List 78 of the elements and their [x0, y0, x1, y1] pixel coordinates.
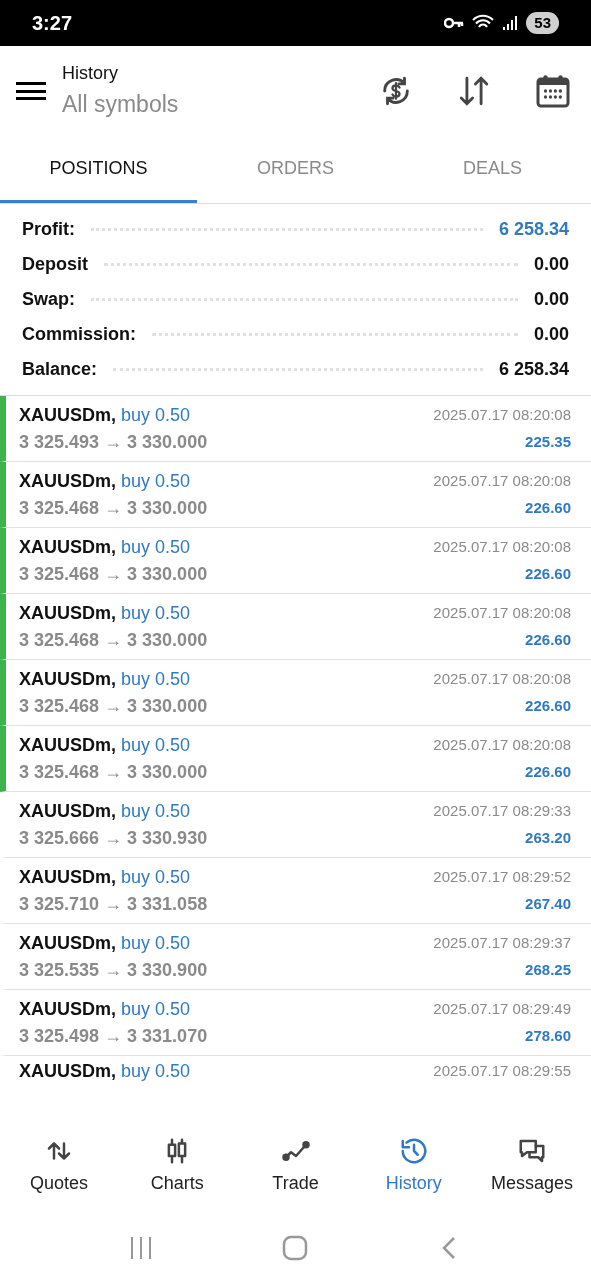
position-prices: 3 325.468 → 3 330.000 — [19, 760, 208, 784]
position-prices: 3 325.710 → 3 331.058 — [19, 892, 208, 916]
nav-tab[interactable]: Messages — [472, 1135, 591, 1197]
tab[interactable]: POSITIONS — [0, 136, 197, 203]
position-prices: 3 325.468 → 3 330.000 — [19, 562, 208, 586]
summary-value: 0.00 — [533, 323, 569, 346]
position-title: XAUUSDm, buy 0.50 — [19, 535, 191, 559]
position-time: 2025.07.17 08:20:08 — [433, 404, 571, 425]
sort-icon[interactable] — [457, 74, 491, 108]
position-title: XAUUSDm, buy 0.50 — [19, 403, 191, 427]
summary-value: 0.00 — [533, 288, 569, 311]
summary-value: 6 258.34 — [498, 218, 569, 241]
position-time: 2025.07.17 08:29:52 — [433, 866, 571, 887]
position-row[interactable]: XAUUSDm, buy 0.50 2025.07.17 08:20:08 3 325.468 → 3 330.000 226.60 — [0, 462, 591, 528]
nav-tab[interactable]: Trade — [236, 1135, 355, 1197]
position-profit: 226.60 — [525, 497, 571, 518]
position-row[interactable]: XAUUSDm, buy 0.50 2025.07.17 08:29:33 3 325.666 → 3 330.930 263.20 — [0, 792, 591, 858]
position-title: XAUUSDm, buy 0.50 — [19, 997, 191, 1021]
position-time: 2025.07.17 08:20:08 — [433, 536, 571, 557]
position-prices: 3 325.498 → 3 331.070 — [19, 1024, 208, 1048]
position-row[interactable]: XAUUSDm, buy 0.50 2025.07.17 08:20:08 3 325.468 → 3 330.000 226.60 — [0, 726, 591, 792]
key-icon — [444, 17, 465, 29]
position-row[interactable]: XAUUSDm, buy 0.50 2025.07.17 08:20:08 3 325.468 → 3 330.000 226.60 — [0, 594, 591, 660]
position-profit: 268.25 — [525, 959, 571, 980]
position-profit: 226.60 — [525, 695, 571, 716]
summary-label: Swap: — [22, 288, 75, 311]
position-prices: 3 325.468 → 3 330.000 — [19, 628, 208, 652]
position-profit: 226.60 — [525, 761, 571, 782]
position-title: XAUUSDm, buy 0.50 — [19, 469, 191, 493]
position-row[interactable]: XAUUSDm, buy 0.50 2025.07.17 08:20:08 3 325.468 → 3 330.000 226.60 — [0, 660, 591, 726]
position-row[interactable]: XAUUSDm, buy 0.50 2025.07.17 08:29:55 — [0, 1056, 591, 1086]
header-title: History — [62, 62, 119, 86]
summary-label: Profit: — [22, 218, 75, 241]
battery-level: 53 — [526, 12, 559, 34]
position-title: XAUUSDm, buy 0.50 — [19, 733, 191, 757]
position-title: XAUUSDm, buy 0.50 — [19, 667, 191, 691]
status-time: 3:27 — [32, 11, 73, 36]
position-profit: 263.20 — [525, 827, 571, 848]
position-profit: 278.60 — [525, 1025, 571, 1046]
menu-icon[interactable] — [16, 79, 46, 103]
position-time: 2025.07.17 08:29:33 — [433, 800, 571, 821]
summary-label: Deposit — [22, 253, 88, 276]
position-prices: 3 325.493 → 3 330.000 — [19, 430, 208, 454]
position-profit: 267.40 — [525, 893, 571, 914]
nav-tab[interactable]: Quotes — [0, 1135, 119, 1197]
position-time: 2025.07.17 08:20:08 — [433, 668, 571, 689]
position-time: 2025.07.17 08:29:37 — [433, 932, 571, 953]
summary-label: Balance: — [22, 358, 98, 381]
position-row[interactable]: XAUUSDm, buy 0.50 2025.07.17 08:29:52 3 325.710 → 3 331.058 267.40 — [0, 858, 591, 924]
position-profit: 225.35 — [525, 431, 571, 452]
position-row[interactable]: XAUUSDm, buy 0.50 2025.07.17 08:20:08 3 325.468 → 3 330.000 226.60 — [0, 528, 591, 594]
position-title: XAUUSDm, buy 0.50 — [19, 799, 191, 823]
position-title: XAUUSDm, buy 0.50 — [19, 931, 191, 955]
summary-value: 0.00 — [533, 253, 569, 276]
position-time: 2025.07.17 08:20:08 — [433, 734, 571, 755]
position-title: XAUUSDm, buy 0.50 — [19, 1059, 191, 1083]
home-icon[interactable] — [282, 1235, 309, 1261]
position-prices: 3 325.468 → 3 330.000 — [19, 496, 208, 520]
position-prices: 3 325.666 → 3 330.930 — [19, 826, 208, 850]
summary-value: 6 258.34 — [498, 358, 569, 381]
position-prices: 3 325.535 → 3 330.900 — [19, 958, 208, 982]
position-profit: 226.60 — [525, 563, 571, 584]
position-row[interactable]: XAUUSDm, buy 0.50 2025.07.17 08:29:37 3 325.535 → 3 330.900 268.25 — [0, 924, 591, 990]
nav-tab[interactable]: Charts — [118, 1135, 237, 1197]
summary-label: Commission: — [22, 323, 136, 346]
position-time: 2025.07.17 08:29:49 — [433, 998, 571, 1019]
nav-tab[interactable]: History — [354, 1135, 473, 1197]
position-time: 2025.07.17 08:20:08 — [433, 602, 571, 623]
position-time: 2025.07.17 08:20:08 — [433, 470, 571, 491]
signal-icon — [502, 15, 519, 31]
position-time: 2025.07.17 08:29:55 — [433, 1060, 571, 1081]
position-row[interactable]: XAUUSDm, buy 0.50 2025.07.17 08:20:08 3 325.493 → 3 330.000 225.35 — [0, 396, 591, 462]
position-title: XAUUSDm, buy 0.50 — [19, 601, 191, 625]
position-title: XAUUSDm, buy 0.50 — [19, 865, 191, 889]
calendar-icon[interactable] — [535, 73, 571, 109]
position-profit: 226.60 — [525, 629, 571, 650]
position-prices: 3 325.468 → 3 330.000 — [19, 694, 208, 718]
position-row[interactable]: XAUUSDm, buy 0.50 2025.07.17 08:29:49 3 325.498 → 3 331.070 278.60 — [0, 990, 591, 1056]
